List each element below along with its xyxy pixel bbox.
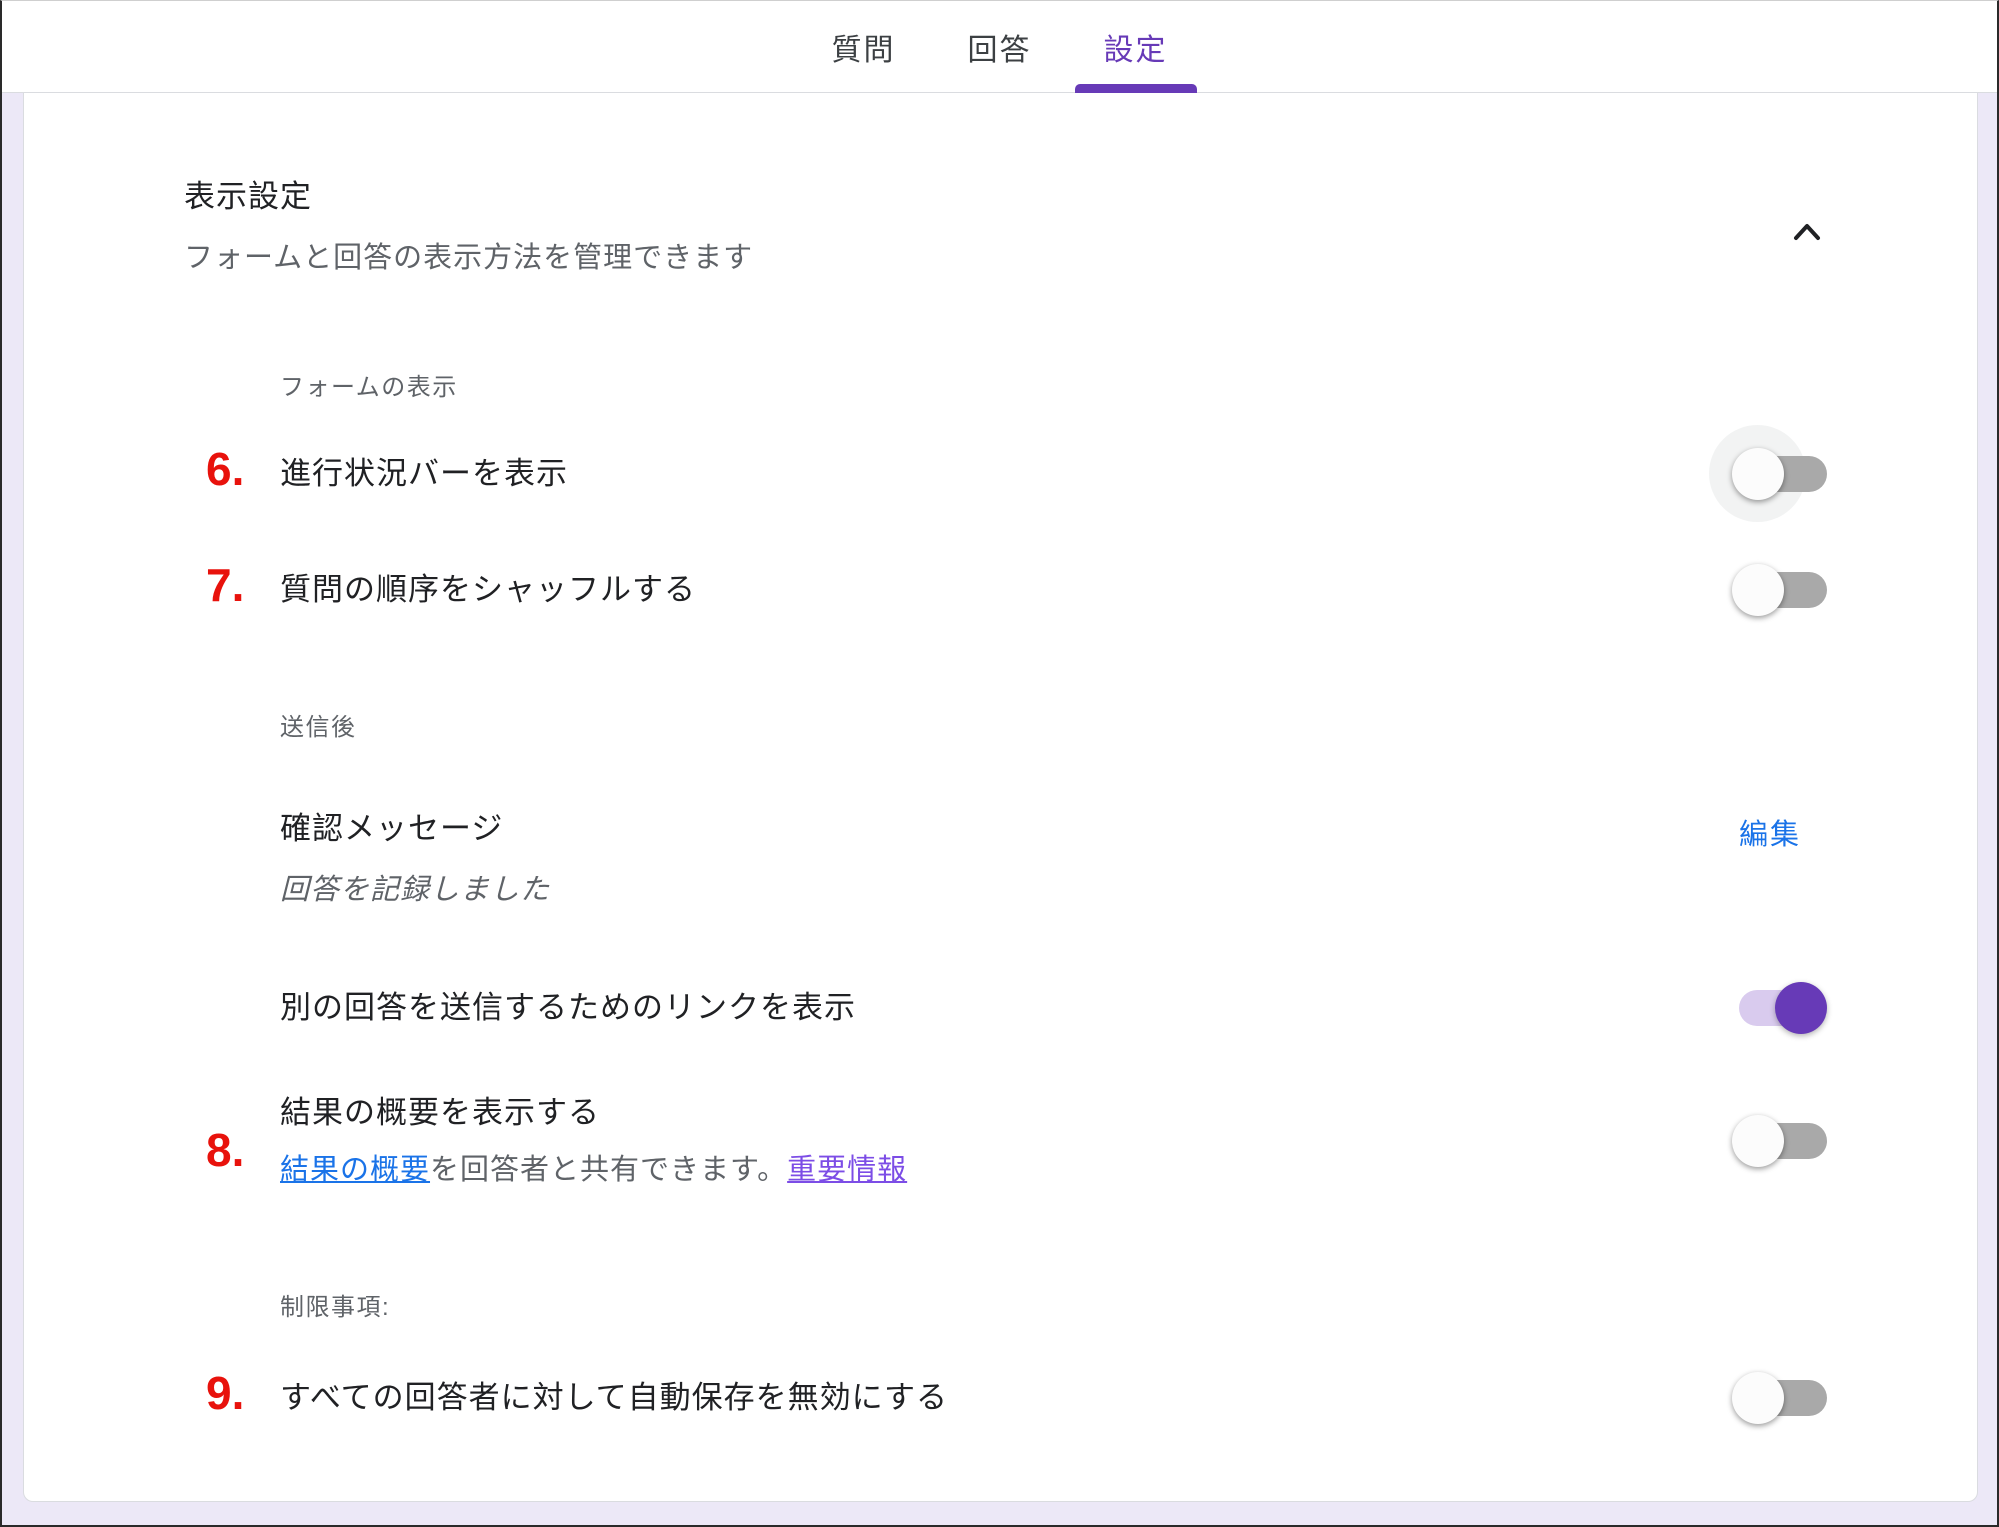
presentation-settings-card: 表示設定 フォームと回答の表示方法を管理できます フォームの表示 6. 進行状況…: [23, 93, 1978, 1502]
confirmation-message-row: 確認メッセージ 回答を記録しました 編集: [280, 809, 1827, 909]
annotation-6: 6.: [206, 446, 244, 492]
toggle-thumb: [1732, 564, 1784, 616]
section-label-after-submission: 送信後: [280, 713, 1827, 743]
setting-title-disable-autosave: すべての回答者に対して自動保存を無効にする: [280, 1378, 948, 1418]
results-summary-link[interactable]: 結果の概要: [280, 1154, 430, 1186]
results-summary-description-text: を回答者と共有できます。: [430, 1154, 787, 1186]
tab-settings[interactable]: 設定: [1075, 1, 1197, 92]
toggle-thumb: [1732, 448, 1784, 500]
google-forms-settings-screen: 質問 回答 設定 表示設定 フォームと回答の表示方法を管理できます フォームの表…: [0, 0, 1999, 1527]
setting-row-results-summary: 8. 結果の概要を表示する 結果の概要を回答者と共有できます。重要情報: [280, 1093, 1827, 1189]
settings-page: 表示設定 フォームと回答の表示方法を管理できます フォームの表示 6. 進行状況…: [2, 93, 1997, 1525]
section-label-restrictions: 制限事項:: [280, 1293, 1827, 1323]
tab-responses-label: 回答: [968, 25, 1032, 69]
tab-questions[interactable]: 質問: [803, 1, 925, 92]
setting-title-resubmit-link: 別の回答を送信するためのリンクを表示: [280, 988, 856, 1028]
confirmation-message-value: 回答を記録しました: [280, 871, 550, 909]
setting-row-resubmit-link: 別の回答を送信するためのリンクを表示: [280, 981, 1827, 1035]
setting-title-results-summary: 結果の概要を表示する: [280, 1093, 907, 1133]
toggle-results-summary[interactable]: [1732, 1114, 1827, 1168]
toggle-thumb: [1775, 982, 1827, 1034]
tab-settings-label: 設定: [1104, 25, 1168, 69]
setting-row-progress-bar: 6. 進行状況バーを表示: [280, 447, 1827, 501]
toggle-thumb: [1732, 1372, 1784, 1424]
toggle-progress-bar[interactable]: [1732, 447, 1827, 501]
confirmation-message-title: 確認メッセージ: [280, 809, 550, 849]
toggle-disable-autosave[interactable]: [1732, 1371, 1827, 1425]
toggle-shuffle-questions[interactable]: [1732, 563, 1827, 617]
annotation-9: 9.: [206, 1370, 244, 1416]
annotation-8: 8.: [206, 1127, 244, 1173]
active-tab-indicator: [1075, 84, 1197, 93]
panel-title: 表示設定: [184, 177, 1827, 217]
form-tab-bar: 質問 回答 設定: [2, 1, 1997, 93]
edit-confirmation-link[interactable]: 編集: [1739, 815, 1801, 855]
setting-row-disable-autosave: 9. すべての回答者に対して自動保存を無効にする: [280, 1371, 1827, 1425]
toggle-thumb: [1732, 1115, 1784, 1167]
tab-questions-label: 質問: [832, 25, 896, 69]
annotation-7: 7.: [206, 562, 244, 608]
setting-row-shuffle-questions: 7. 質問の順序をシャッフルする: [280, 563, 1827, 617]
section-label-form-presentation: フォームの表示: [280, 373, 1827, 403]
chevron-up-icon: [1785, 211, 1829, 255]
setting-title-progress-bar: 進行状況バーを表示: [280, 454, 568, 494]
toggle-resubmit-link[interactable]: [1732, 981, 1827, 1035]
results-summary-description: 結果の概要を回答者と共有できます。重要情報: [280, 1151, 907, 1189]
important-info-link[interactable]: 重要情報: [787, 1154, 907, 1186]
panel-subtitle: フォームと回答の表示方法を管理できます: [184, 239, 1827, 277]
collapse-section-button[interactable]: [1779, 205, 1835, 261]
setting-title-shuffle-questions: 質問の順序をシャッフルする: [280, 570, 696, 610]
tab-responses[interactable]: 回答: [939, 1, 1061, 92]
